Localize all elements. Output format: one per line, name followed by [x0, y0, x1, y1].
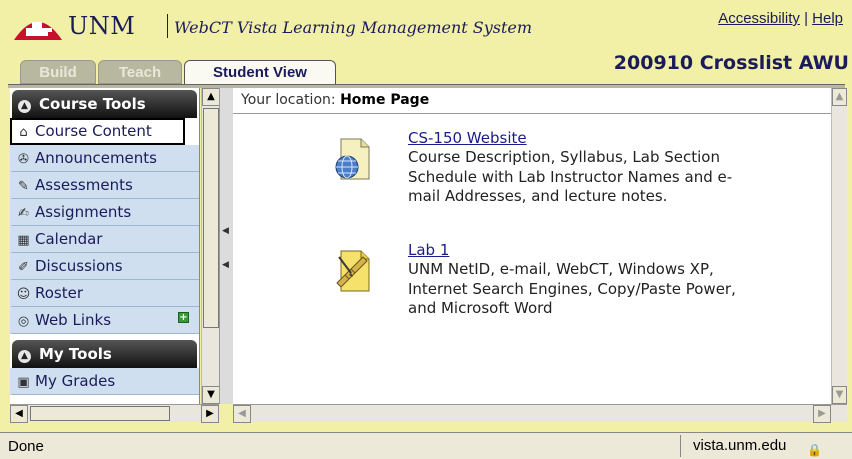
content-item: CS-150 Website Course Description, Sylla…	[333, 129, 753, 229]
sidebar-item-course-content[interactable]: ⌂ Course Content	[10, 118, 185, 145]
sidebar-item-label: Web Links	[35, 311, 112, 329]
sidebar-item-roster[interactable]: ☺ Roster	[10, 280, 199, 307]
main-horizontal-scrollbar[interactable]: ◀ ▶	[233, 404, 847, 423]
help-link[interactable]: Help	[812, 10, 843, 27]
scroll-left-icon[interactable]: ◀	[10, 405, 28, 423]
tab-teach[interactable]: Teach	[98, 60, 182, 84]
sidebar-vertical-scrollbar[interactable]: ▲ ▼	[201, 88, 220, 404]
grades-icon: ▣	[17, 375, 30, 390]
scrollbar-thumb[interactable]	[203, 108, 219, 328]
course-tools-header[interactable]: ▲ Course Tools	[12, 90, 197, 118]
brand-subtitle: WebCT Vista Learning Management System	[174, 18, 533, 37]
my-tools-label: My Tools	[39, 345, 112, 363]
my-tools-header[interactable]: ▲ My Tools	[12, 340, 197, 368]
status-bar: Done vista.unm.edu 🔒	[0, 432, 852, 459]
tab-student-view[interactable]: Student View	[184, 60, 336, 85]
sidebar-item-label: Announcements	[35, 149, 157, 167]
calendar-icon: ▦	[17, 233, 30, 248]
sidebar-item-label: Calendar	[35, 230, 103, 248]
people-icon: ☺	[16, 287, 31, 302]
assessment-icon: ✎	[18, 179, 29, 194]
scroll-right-icon[interactable]: ▶	[813, 405, 831, 423]
scroll-down-icon[interactable]: ▼	[202, 386, 220, 404]
header-banner: UNM WebCT Vista Learning Management Syst…	[8, 8, 845, 58]
scroll-up-icon[interactable]: ▲	[202, 88, 220, 106]
assignment-icon: ✍	[18, 206, 29, 221]
status-text: Done	[8, 438, 44, 455]
scroll-down-icon[interactable]: ▼	[832, 386, 847, 404]
scroll-right-icon[interactable]: ▶	[201, 405, 219, 423]
scroll-left-icon[interactable]: ◀	[233, 405, 251, 423]
scrollbar-thumb[interactable]	[30, 406, 170, 421]
main-content: Your location: Home Page CS-150 Website …	[233, 88, 831, 404]
link-separator: |	[804, 10, 808, 27]
status-domain: vista.unm.edu 🔒	[680, 435, 830, 457]
top-links: Accessibility | Help	[718, 10, 843, 27]
location-prefix: Your location:	[241, 92, 336, 108]
brand-name: UNM	[68, 12, 136, 40]
content-item-description: Course Description, Syllabus, Lab Sectio…	[408, 148, 733, 205]
sidebar-item-discussions[interactable]: ✐ Discussions	[10, 253, 199, 280]
collapse-left-icon[interactable]: ◀	[222, 260, 229, 270]
content-item-link[interactable]: CS-150 Website	[408, 129, 527, 147]
unm-logo-icon	[14, 22, 62, 40]
scroll-up-icon[interactable]: ▲	[832, 88, 847, 106]
lock-icon: 🔒	[807, 443, 822, 457]
breadcrumb: Your location: Home Page	[233, 88, 831, 114]
sidebar-item-calendar[interactable]: ▦ Calendar	[10, 226, 199, 253]
sidebar-item-label: Assessments	[35, 176, 133, 194]
content-item-description: UNM NetID, e-mail, WebCT, Windows XP, In…	[408, 260, 736, 317]
sidebar-item-label: Discussions	[35, 257, 123, 275]
brand-separator	[167, 14, 168, 38]
main-vertical-scrollbar[interactable]: ▲ ▼	[831, 88, 847, 404]
megaphone-icon: ✇	[18, 152, 29, 167]
content-item-link[interactable]: Lab 1	[408, 241, 449, 259]
content-item: Lab 1 UNM NetID, e-mail, WebCT, Windows …	[333, 241, 753, 321]
sidebar-horizontal-scrollbar[interactable]: ◀ ▶	[10, 404, 219, 423]
sidebar: ▲ Course Tools ⌂ Course Content ✇ Announcem…	[10, 88, 200, 404]
sidebar-item-label: Roster	[35, 284, 84, 302]
learning-module-icon[interactable]	[333, 249, 373, 293]
globe-icon: ◎	[17, 314, 30, 329]
accessibility-link[interactable]: Accessibility	[718, 10, 800, 27]
location-current: Home Page	[340, 92, 430, 108]
collapse-left-icon[interactable]: ◀	[222, 226, 229, 236]
sidebar-item-my-grades[interactable]: ▣ My Grades	[10, 368, 199, 395]
course-title: 200910 Crosslist AWU	[613, 52, 849, 74]
sidebar-item-announcements[interactable]: ✇ Announcements	[10, 145, 199, 172]
tab-build[interactable]: Build	[20, 60, 96, 84]
home-icon: ⌂	[19, 125, 28, 140]
sidebar-item-label: My Grades	[35, 372, 116, 390]
discussion-icon: ✐	[18, 260, 29, 275]
status-domain-text: vista.unm.edu	[693, 437, 787, 454]
course-tools-label: Course Tools	[39, 95, 146, 113]
sidebar-item-assignments[interactable]: ✍ Assignments	[10, 199, 199, 226]
sidebar-item-label: Course Content	[35, 122, 152, 140]
collapse-icon[interactable]: ▲	[18, 100, 31, 113]
collapse-icon[interactable]: ▲	[18, 350, 31, 363]
sidebar-collapse-handle[interactable]: ◀ ◀	[219, 88, 233, 404]
sidebar-item-assessments[interactable]: ✎ Assessments	[10, 172, 199, 199]
web-page-icon[interactable]	[333, 137, 373, 181]
sidebar-item-label: Assignments	[35, 203, 132, 221]
add-icon[interactable]: +	[178, 312, 189, 323]
sidebar-item-web-links[interactable]: ◎ Web Links +	[10, 307, 199, 334]
